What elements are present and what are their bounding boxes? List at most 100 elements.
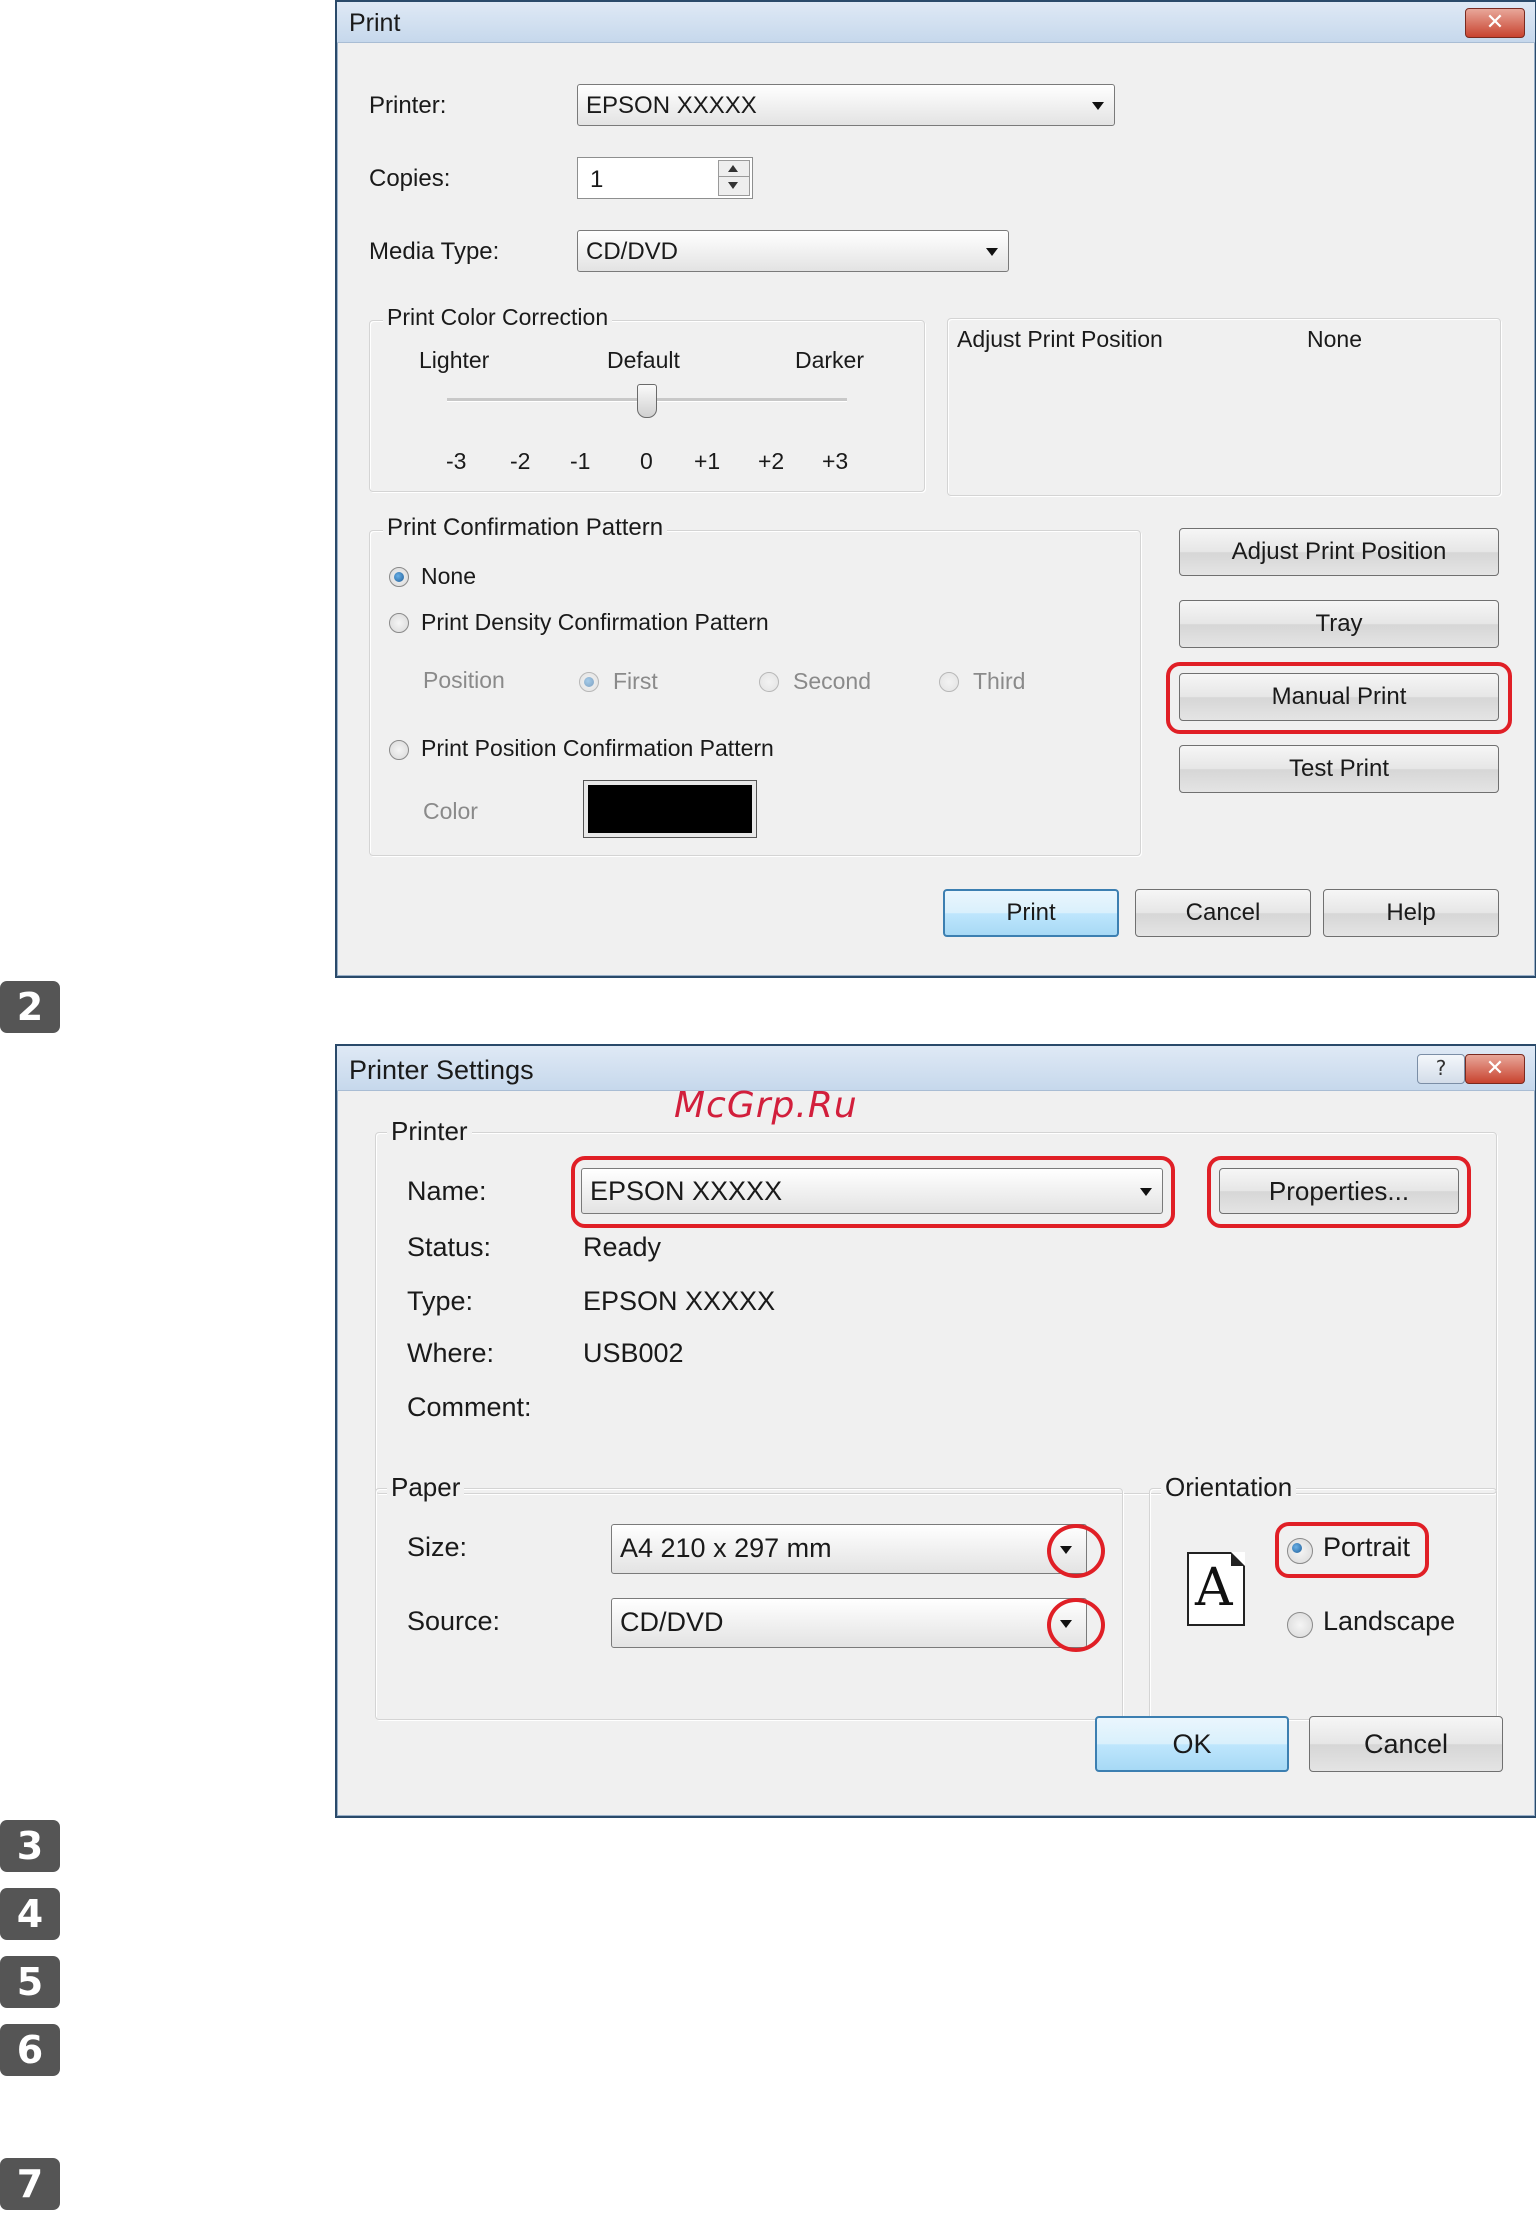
help-button[interactable]: Help	[1323, 889, 1499, 937]
tick-label: +3	[822, 448, 849, 474]
properties-highlight	[1207, 1156, 1471, 1228]
cancel-button[interactable]: Cancel	[1309, 1716, 1503, 1772]
printer-select[interactable]: EPSON XXXXX	[577, 84, 1115, 126]
radio-none-label: None	[421, 563, 476, 589]
name-label: Name:	[407, 1176, 487, 1206]
paper-size-value: A4 210 x 297 mm	[620, 1533, 832, 1563]
status-label: Status:	[407, 1232, 492, 1262]
print-dialog-titlebar[interactable]: Print ✕	[337, 2, 1535, 43]
color-correction-title: Print Color Correction	[383, 304, 613, 331]
media-type-select[interactable]: CD/DVD	[577, 230, 1009, 272]
paper-size-select[interactable]: A4 210 x 297 mm	[611, 1524, 1087, 1574]
question-icon: ?	[1435, 1056, 1447, 1080]
paper-group-title: Paper	[387, 1472, 465, 1503]
copies-stepper[interactable]: 1	[577, 157, 753, 199]
color-label: Color	[423, 798, 478, 824]
radio-second-label: Second	[793, 668, 872, 694]
radio-first-label: First	[613, 668, 658, 694]
copies-value: 1	[590, 166, 604, 193]
arrow-down-icon	[728, 182, 738, 189]
type-label: Type:	[407, 1286, 474, 1316]
tick-label: +2	[758, 448, 785, 474]
confirmation-pattern-title: Print Confirmation Pattern	[383, 514, 668, 542]
step-badge-6: 6	[0, 2024, 60, 2076]
orientation-group-title: Orientation	[1161, 1472, 1297, 1503]
default-label: Default	[607, 347, 680, 373]
test-print-button[interactable]: Test Print	[1179, 745, 1499, 793]
media-type-value: CD/DVD	[586, 238, 679, 265]
tray-button[interactable]: Tray	[1179, 600, 1499, 648]
watermark: McGrp.Ru	[674, 1085, 858, 1126]
radio-landscape[interactable]	[1287, 1612, 1313, 1638]
printer-settings-title: Printer Settings	[349, 1055, 534, 1085]
radio-density-pattern[interactable]	[389, 613, 409, 633]
printer-label: Printer:	[369, 92, 447, 119]
print-dialog: Print ✕ Printer: EPSON XXXXX Copies: 1 M…	[335, 0, 1536, 978]
lighter-label: Lighter	[419, 347, 490, 373]
radio-density-pattern-label: Print Density Confirmation Pattern	[421, 609, 769, 635]
paper-source-select[interactable]: CD/DVD	[611, 1598, 1087, 1648]
printer-group-title: Printer	[387, 1116, 472, 1147]
close-icon: ✕	[1485, 1056, 1505, 1081]
chevron-down-icon	[1092, 102, 1104, 110]
tick-label: -2	[510, 448, 531, 474]
step-badge-3: 3	[0, 1820, 60, 1872]
adjust-position-value: None	[1307, 326, 1362, 352]
close-icon: ✕	[1485, 10, 1505, 35]
portrait-page-icon: A	[1187, 1552, 1245, 1626]
adjust-position-label: Adjust Print Position	[957, 326, 1163, 352]
position-label: Position	[423, 667, 505, 693]
step-badge-5: 5	[0, 1956, 60, 2008]
arrow-up-icon	[728, 165, 738, 172]
color-swatch-button[interactable]	[583, 780, 757, 838]
adjust-print-position-button[interactable]: Adjust Print Position	[1179, 528, 1499, 576]
where-value: USB002	[583, 1338, 684, 1368]
copies-down-button[interactable]	[718, 176, 750, 196]
step-badge-7: 7	[0, 2158, 60, 2210]
manual-print-highlight	[1166, 662, 1512, 734]
tick-label: -1	[570, 448, 591, 474]
close-button[interactable]: ✕	[1465, 8, 1525, 38]
page-corner	[1231, 1552, 1245, 1566]
help-title-button[interactable]: ?	[1417, 1054, 1465, 1084]
status-value: Ready	[583, 1232, 662, 1262]
radio-none[interactable]	[389, 567, 409, 587]
tick-label: 0	[640, 448, 653, 474]
step-badge-2: 2	[0, 981, 60, 1033]
darker-label: Darker	[795, 347, 865, 373]
radio-third-label: Third	[973, 668, 1026, 694]
comment-label: Comment:	[407, 1392, 532, 1422]
cancel-button[interactable]: Cancel	[1135, 889, 1311, 937]
chevron-down-icon	[986, 248, 998, 256]
paper-source-arrow-highlight	[1047, 1598, 1105, 1652]
tick-label: -3	[446, 448, 467, 474]
print-button[interactable]: Print	[943, 889, 1119, 937]
close-button[interactable]: ✕	[1465, 1054, 1525, 1084]
page-letter: A	[1195, 1558, 1233, 1618]
copies-label: Copies:	[369, 165, 451, 192]
printer-name-highlight	[571, 1156, 1175, 1228]
color-swatch	[588, 785, 752, 833]
paper-size-arrow-highlight	[1047, 1524, 1105, 1578]
printer-settings-titlebar[interactable]: Printer Settings ? ✕	[337, 1046, 1535, 1091]
paper-source-value: CD/DVD	[620, 1607, 724, 1637]
print-dialog-title: Print	[349, 9, 401, 37]
radio-second[interactable]	[759, 672, 779, 692]
radio-position-pattern[interactable]	[389, 740, 409, 760]
color-correction-slider-thumb[interactable]	[637, 384, 657, 418]
radio-landscape-label: Landscape	[1323, 1606, 1456, 1636]
printer-select-value: EPSON XXXXX	[586, 92, 757, 119]
ok-button[interactable]: OK	[1095, 1716, 1289, 1772]
where-label: Where:	[407, 1338, 495, 1368]
step-badge-4: 4	[0, 1888, 60, 1940]
printer-settings-dialog: Printer Settings ? ✕ Printer Name: EPSON…	[335, 1044, 1536, 1818]
type-value: EPSON XXXXX	[583, 1286, 776, 1316]
tick-label: +1	[694, 448, 721, 474]
source-label: Source:	[407, 1606, 501, 1636]
portrait-highlight	[1275, 1522, 1429, 1578]
media-type-label: Media Type:	[369, 238, 500, 265]
radio-third[interactable]	[939, 672, 959, 692]
radio-first[interactable]	[579, 672, 599, 692]
radio-position-pattern-label: Print Position Confirmation Pattern	[421, 735, 774, 761]
size-label: Size:	[407, 1532, 468, 1562]
